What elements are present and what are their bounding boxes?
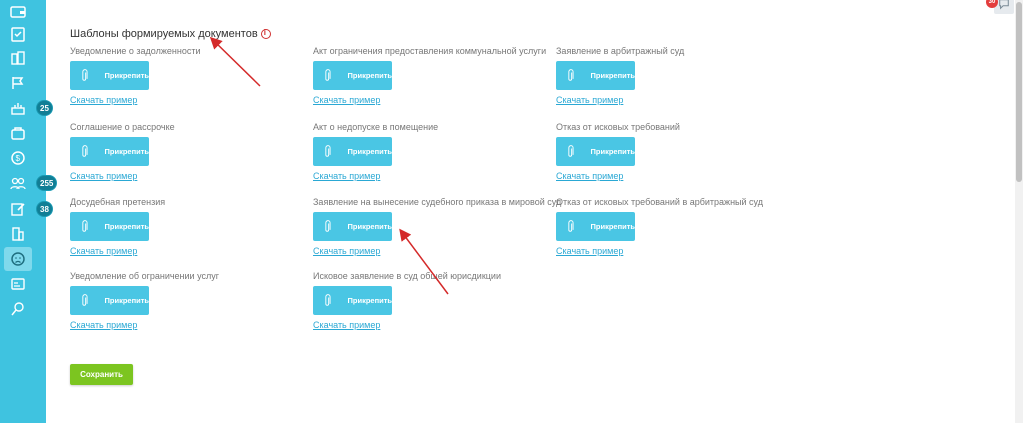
document-label: Отказ от исковых требований <box>556 122 680 132</box>
paperclip-icon <box>325 144 331 157</box>
download-example-link[interactable]: Скачать пример <box>556 171 623 181</box>
checklist-icon[interactable] <box>9 25 27 43</box>
paperclip-icon <box>568 219 574 232</box>
attach-button-label: Прикрепить <box>590 222 635 231</box>
document-template: Заявление в арбитражный суд Прикрепить С… <box>556 46 796 108</box>
document-template: Отказ от исковых требований в арбитражны… <box>556 197 796 259</box>
download-example-link[interactable]: Скачать пример <box>313 246 380 256</box>
attach-button[interactable]: Прикрепить <box>313 61 392 90</box>
document-template: Уведомление об ограничении услуг Прикреп… <box>70 271 310 333</box>
download-example-link[interactable]: Скачать пример <box>70 171 137 181</box>
attach-button[interactable]: Прикрепить <box>70 286 149 315</box>
paperclip-icon <box>568 68 574 81</box>
attach-button[interactable]: Прикрепить <box>70 61 149 90</box>
document-label: Соглашение о рассрочке <box>70 122 175 132</box>
document-label: Заявление на вынесение судебного приказа… <box>313 197 562 207</box>
document-label: Исковое заявление в суд общей юрисдикции <box>313 271 501 281</box>
flag-icon[interactable] <box>9 74 27 92</box>
document-label: Акт о недопуске в помещение <box>313 122 439 132</box>
download-example-link[interactable]: Скачать пример <box>556 95 623 105</box>
download-example-link[interactable]: Скачать пример <box>313 171 380 181</box>
document-template: Уведомление о задолженности Прикрепить С… <box>70 46 310 108</box>
document-template: Акт о недопуске в помещение Прикрепить С… <box>313 122 553 184</box>
attach-button-label: Прикрепить <box>590 147 635 156</box>
attach-button[interactable]: Прикрепить <box>70 212 149 241</box>
wallet-icon[interactable] <box>9 3 27 21</box>
attach-button[interactable]: Прикрепить <box>313 212 392 241</box>
document-template: Заявление на вынесение судебного приказа… <box>313 197 562 259</box>
download-example-link[interactable]: Скачать пример <box>70 95 137 105</box>
attach-button-label: Прикрепить <box>347 71 392 80</box>
main-content: Шаблоны формируемых документов Уведомлен… <box>46 0 1023 423</box>
document-template: Отказ от исковых требований Прикрепить С… <box>556 122 796 184</box>
section-title: Шаблоны формируемых документов <box>70 28 271 40</box>
attach-button[interactable]: Прикрепить <box>556 212 635 241</box>
sidebar: 25 $ 255 38 <box>0 0 58 423</box>
document-label: Акт ограничения предоставления коммуналь… <box>313 46 547 56</box>
building-icon[interactable] <box>9 225 27 243</box>
attach-button[interactable]: Прикрепить <box>313 137 392 166</box>
paperclip-icon <box>82 219 88 232</box>
attach-button[interactable]: Прикрепить <box>556 137 635 166</box>
attach-button[interactable]: Прикрепить <box>313 286 392 315</box>
save-button[interactable]: Сохранить <box>70 364 133 385</box>
document-label: Отказ от исковых требований в арбитражны… <box>556 197 763 207</box>
document-label: Заявление в арбитражный суд <box>556 46 685 56</box>
download-example-link[interactable]: Скачать пример <box>313 320 380 330</box>
download-example-link[interactable]: Скачать пример <box>313 95 380 105</box>
paperclip-icon <box>82 144 88 157</box>
document-template: Акт ограничения предоставления коммуналь… <box>313 46 553 108</box>
paperclip-icon <box>325 219 331 232</box>
svg-text:$: $ <box>16 154 21 163</box>
attach-button[interactable]: Прикрепить <box>556 61 635 90</box>
chat-icon <box>999 0 1009 10</box>
attach-button-label: Прикрепить <box>347 222 392 231</box>
document-template: Соглашение о рассрочке Прикрепить Скачат… <box>70 122 310 184</box>
attach-button-label: Прикрепить <box>104 147 149 156</box>
document-template: Досудебная претензия Прикрепить Скачать … <box>70 197 310 259</box>
sad-face-icon[interactable] <box>9 250 27 268</box>
download-example-link[interactable]: Скачать пример <box>556 246 623 256</box>
document-label: Уведомление о задолженности <box>70 46 201 56</box>
attach-button-label: Прикрепить <box>590 71 635 80</box>
users-icon[interactable] <box>9 174 27 192</box>
bag-icon[interactable] <box>9 124 27 142</box>
attach-button-label: Прикрепить <box>347 147 392 156</box>
attach-button[interactable]: Прикрепить <box>70 137 149 166</box>
paperclip-icon <box>82 68 88 81</box>
document-label: Досудебная претензия <box>70 197 166 207</box>
document-template: Исковое заявление в суд общей юрисдикции… <box>313 271 553 333</box>
paperclip-icon <box>82 293 88 306</box>
download-example-link[interactable]: Скачать пример <box>70 246 137 256</box>
cake-icon[interactable] <box>9 99 27 117</box>
section-title-text: Шаблоны формируемых документов <box>70 28 258 40</box>
location-icon[interactable] <box>9 300 27 318</box>
coin-icon[interactable]: $ <box>9 149 27 167</box>
scrollbar-thumb[interactable] <box>1016 2 1022 182</box>
attach-button-label: Прикрепить <box>104 71 149 80</box>
card-icon[interactable] <box>9 275 27 293</box>
paperclip-icon <box>325 68 331 81</box>
document-label: Уведомление об ограничении услуг <box>70 271 220 281</box>
edit-icon[interactable] <box>9 200 27 218</box>
download-example-link[interactable]: Скачать пример <box>70 320 137 330</box>
buildings-icon[interactable] <box>9 49 27 67</box>
attach-button-label: Прикрепить <box>104 296 149 305</box>
attach-button-label: Прикрепить <box>347 296 392 305</box>
info-icon[interactable] <box>260 28 271 39</box>
paperclip-icon <box>568 144 574 157</box>
paperclip-icon <box>325 293 331 306</box>
attach-button-label: Прикрепить <box>104 222 149 231</box>
